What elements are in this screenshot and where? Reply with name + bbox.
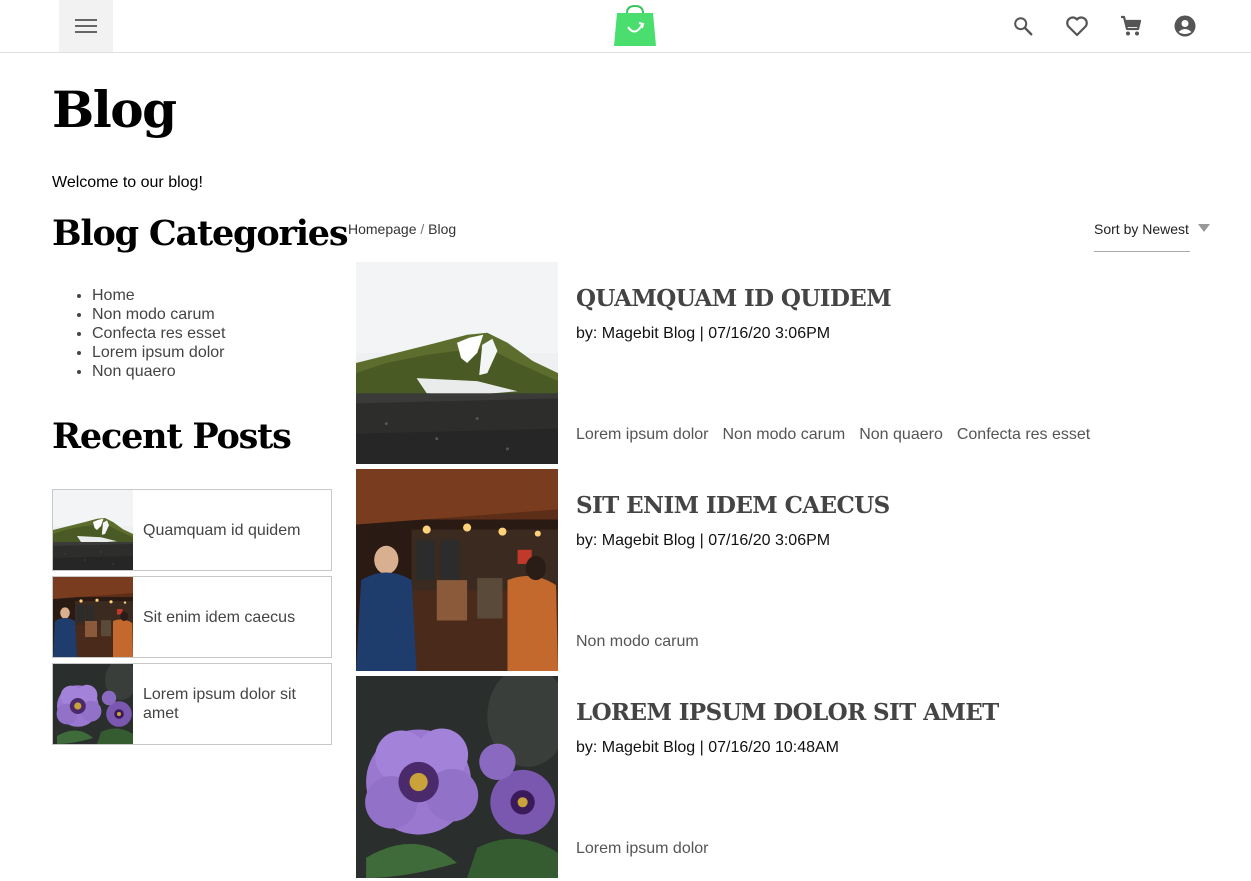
breadcrumb: Homepage / Blog <box>348 221 456 238</box>
account-icon <box>1173 14 1197 38</box>
post-tag[interactable]: Confecta res esset <box>957 425 1090 444</box>
site-header <box>0 0 1251 53</box>
category-list: Home Non modo carum Confecta res esset L… <box>92 286 225 381</box>
post-tag[interactable]: Non modo carum <box>723 425 846 444</box>
post-image[interactable] <box>356 676 558 878</box>
post-meta: by: Magebit Blog | 07/16/20 10:48AM <box>576 739 839 756</box>
post-tag[interactable]: Non quaero <box>859 425 943 444</box>
post-tag[interactable]: Lorem ipsum dolor <box>576 425 709 444</box>
hamburger-menu-icon <box>75 18 97 34</box>
cart-icon <box>1119 14 1143 38</box>
categories-heading: Blog Categories <box>52 213 349 254</box>
post-title[interactable]: QUAMQUAM ID QUIDEM <box>576 285 892 313</box>
recent-post-title: Lorem ipsum dolor sit amet <box>143 686 296 722</box>
account-button[interactable] <box>1172 13 1198 39</box>
breadcrumb-current: Blog <box>428 221 457 237</box>
sort-label: Sort by Newest <box>1094 221 1189 237</box>
post-tag[interactable]: Lorem ipsum dolor <box>576 839 709 858</box>
post-tag[interactable]: Non modo carum <box>576 632 699 651</box>
wishlist-button[interactable] <box>1064 13 1090 39</box>
recent-post-thumbnail <box>53 490 133 570</box>
post-title[interactable]: LOREM IPSUM DOLOR SIT AMET <box>576 699 999 727</box>
post-meta: by: Magebit Blog | 07/16/20 3:06PM <box>576 325 831 342</box>
recent-post-item[interactable]: Sit enim idem caecus <box>52 576 332 658</box>
post-tags: Lorem ipsum dolor <box>576 839 709 858</box>
post-title[interactable]: SIT ENIM IDEM CAECUS <box>576 492 890 520</box>
search-button[interactable] <box>1010 13 1036 39</box>
recent-post-item[interactable]: Lorem ipsum dolor sit amet <box>52 663 332 745</box>
category-item: Confecta res esset <box>92 324 225 343</box>
recent-post-thumbnail <box>53 577 133 657</box>
cart-button[interactable] <box>1118 13 1144 39</box>
post-image[interactable] <box>356 469 558 671</box>
category-item: Non quaero <box>92 362 225 381</box>
post-tags: Lorem ipsum dolor Non modo carum Non qua… <box>576 425 1090 444</box>
category-link-non-quaero[interactable]: Non quaero <box>92 363 176 380</box>
recent-post-title: Sit enim idem caecus <box>143 608 296 626</box>
search-icon <box>1012 15 1034 37</box>
recent-post-title: Quamquam id quidem <box>143 521 301 539</box>
category-link-home[interactable]: Home <box>92 287 135 304</box>
recent-post-item[interactable]: Quamquam id quidem <box>52 489 332 571</box>
post-image[interactable] <box>356 262 558 464</box>
category-link-non-modo-carum[interactable]: Non modo carum <box>92 306 215 323</box>
sort-select[interactable]: Sort by Newest <box>1094 221 1190 252</box>
category-item: Lorem ipsum dolor <box>92 343 225 362</box>
post-meta: by: Magebit Blog | 07/16/20 3:06PM <box>576 532 831 549</box>
page-title: Blog <box>52 80 177 139</box>
category-item: Home <box>92 286 225 305</box>
post-tags: Non modo carum <box>576 632 699 651</box>
category-item: Non modo carum <box>92 305 225 324</box>
shopping-bag-logo-icon <box>613 5 657 47</box>
category-link-confecta-res-esset[interactable]: Confecta res esset <box>92 325 225 342</box>
sort-dropdown-arrow-icon[interactable] <box>1198 224 1210 232</box>
welcome-text: Welcome to our blog! <box>52 174 203 191</box>
recent-post-thumbnail <box>53 664 133 744</box>
breadcrumb-homepage-link[interactable]: Homepage <box>348 221 417 237</box>
site-logo[interactable] <box>613 5 657 47</box>
recent-posts-heading: Recent Posts <box>52 416 292 457</box>
heart-icon <box>1065 15 1089 37</box>
category-link-lorem-ipsum-dolor[interactable]: Lorem ipsum dolor <box>92 344 225 361</box>
breadcrumb-separator: / <box>420 221 425 237</box>
menu-button[interactable] <box>59 0 113 52</box>
